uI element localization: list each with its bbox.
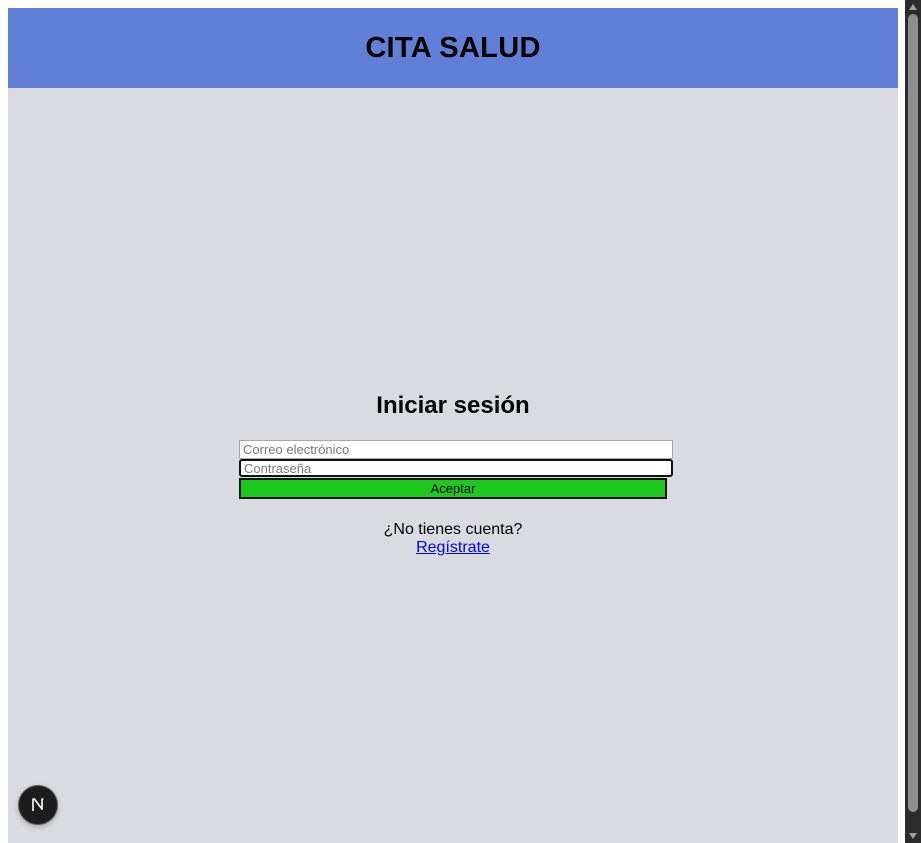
login-section: Iniciar sesión Aceptar ¿No tienes cuenta…: [8, 388, 898, 556]
signup-prompt: ¿No tienes cuenta?: [383, 521, 523, 538]
vertical-scrollbar[interactable]: [905, 0, 921, 843]
app-header: CITA SALUD: [8, 8, 898, 88]
scroll-thumb[interactable]: [908, 14, 918, 812]
page-container: CITA SALUD Iniciar sesión Aceptar ¿No ti…: [8, 8, 898, 843]
signup-block: ¿No tienes cuenta? Regístrate: [8, 521, 898, 557]
password-field[interactable]: [239, 459, 673, 477]
login-title: Iniciar sesión: [376, 392, 530, 419]
scroll-up-icon[interactable]: [909, 4, 917, 10]
accept-button[interactable]: Aceptar: [239, 478, 667, 499]
app-title: CITA SALUD: [365, 31, 541, 64]
email-field[interactable]: [239, 440, 673, 459]
signup-link[interactable]: Regístrate: [416, 539, 490, 556]
nextjs-logo-icon: [32, 798, 44, 811]
nextjs-dev-badge[interactable]: [19, 786, 57, 824]
login-form: Aceptar: [239, 440, 673, 499]
scroll-down-icon[interactable]: [909, 833, 917, 839]
